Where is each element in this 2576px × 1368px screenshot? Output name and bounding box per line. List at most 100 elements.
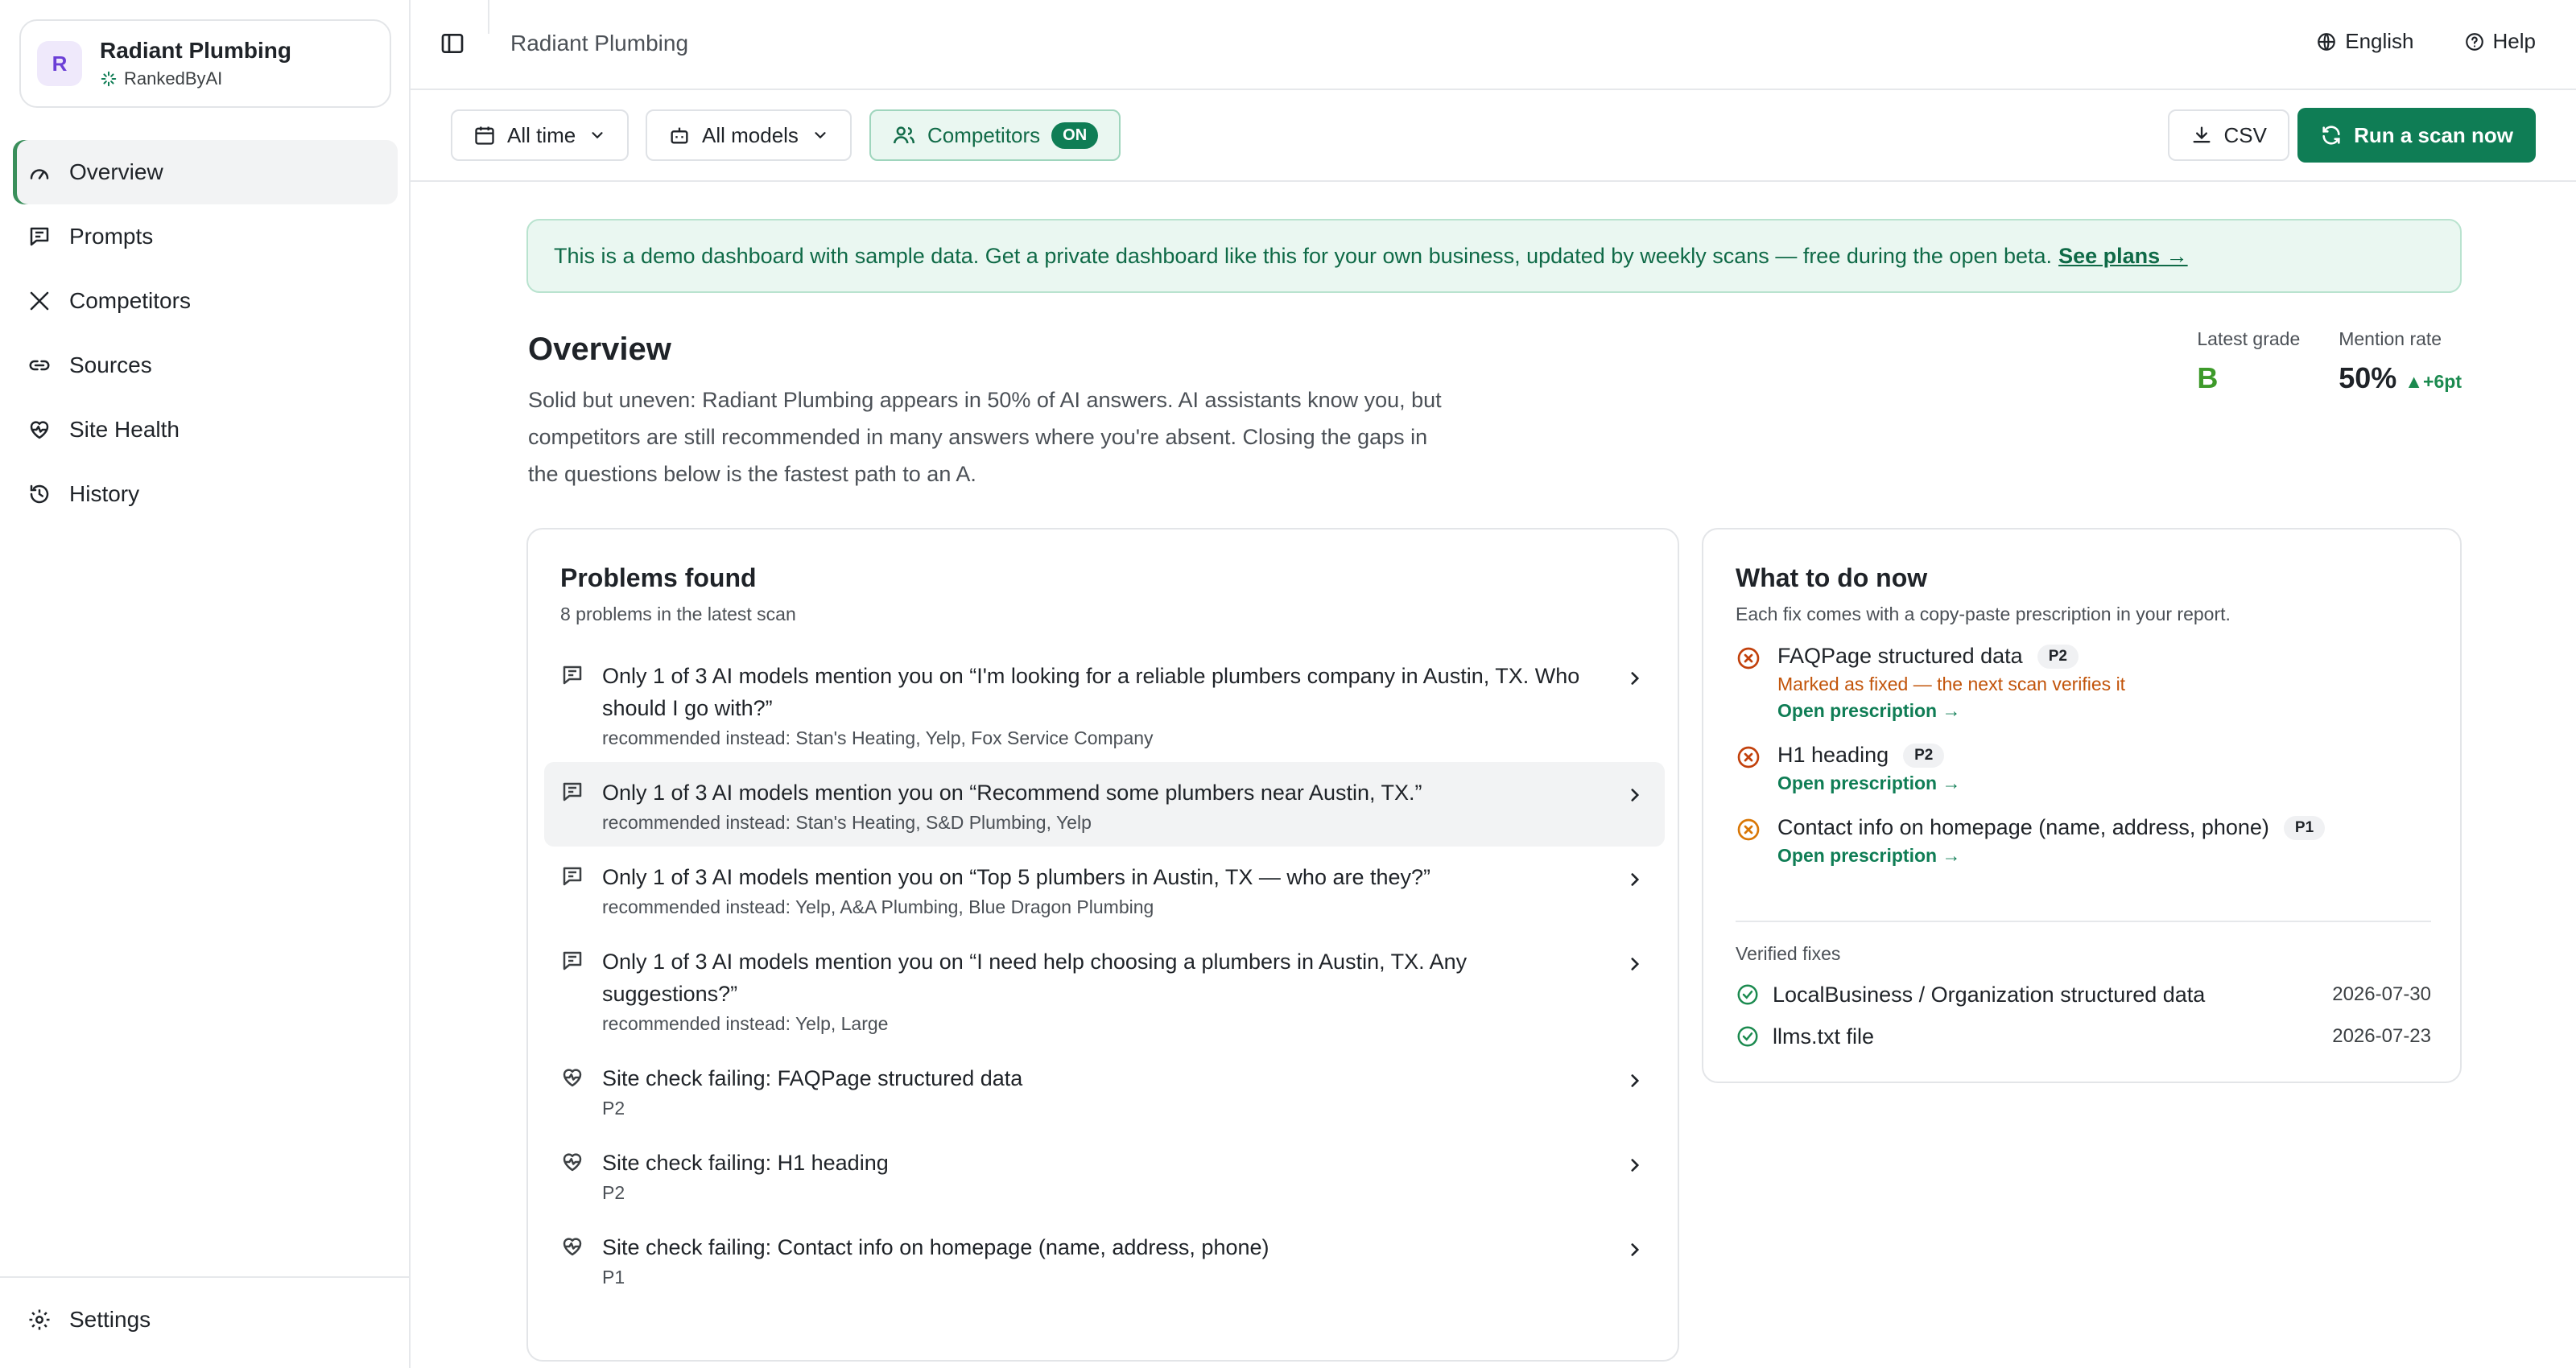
gear-icon (29, 1309, 50, 1330)
check-circle-icon (1737, 984, 1758, 1005)
problem-title: Site check failing: Contact info on home… (602, 1235, 1269, 1259)
chevron-right-icon (1631, 1159, 1640, 1172)
panel-left-icon (441, 34, 464, 53)
sidebar-item-history[interactable]: History (13, 462, 398, 526)
swords-icon (30, 291, 49, 311)
workspace-switcher[interactable]: R Radiant Plumbing RankedByAI (19, 19, 391, 108)
mention-rate-value: 50% (2339, 361, 2397, 394)
todo-title: What to do now (1736, 563, 1928, 592)
open-prescription-link[interactable]: Open prescription → (1777, 845, 2431, 867)
problem-detail: recommended instead: Yelp, Large (602, 1013, 889, 1034)
demo-banner-text: This is a demo dashboard with sample dat… (554, 243, 2053, 268)
problem-item[interactable]: Only 1 of 3 AI models mention you on “I … (544, 931, 1665, 1048)
time-range-dropdown[interactable]: All time (451, 109, 630, 161)
message-icon (563, 867, 582, 886)
problem-detail: P2 (602, 1098, 625, 1119)
todo-head: H1 heading P2 (1777, 743, 2431, 768)
csv-label: CSV (2223, 122, 2267, 147)
todo-item: H1 heading P2 Open prescription → (1736, 743, 2431, 794)
problem-title: Only 1 of 3 AI models mention you on “To… (602, 865, 1431, 889)
csv-export-button[interactable]: CSV (2167, 109, 2289, 161)
check-circle-icon (1737, 1026, 1758, 1047)
workspace-info: Radiant Plumbing RankedByAI (100, 38, 291, 89)
main-nav: Overview Prompts Competitors Sources Sit… (13, 140, 398, 526)
mention-rate-stat: Mention rate 50% ▲+6pt (2339, 328, 2462, 395)
problems-list: Only 1 of 3 AI models mention you on “I'… (544, 645, 1665, 1301)
calendar-icon (475, 126, 494, 145)
chevron-down-icon (592, 132, 603, 139)
competitors-label: Competitors (927, 122, 1041, 147)
mention-rate-label: Mention rate (2339, 328, 2442, 349)
problem-detail: P2 (602, 1182, 625, 1203)
problem-detail: recommended instead: Stan's Heating, S&D… (602, 812, 1092, 833)
sidebar-footer: Settings (0, 1276, 409, 1368)
problem-detail: recommended instead: Stan's Heating, Yel… (602, 727, 1154, 748)
priority-badge: P2 (2037, 644, 2079, 669)
todo-head: Contact info on homepage (name, address,… (1777, 815, 2431, 840)
download-icon (2193, 126, 2211, 143)
problem-item[interactable]: Only 1 of 3 AI models mention you on “I'… (544, 645, 1665, 762)
globe-icon (2318, 32, 2336, 51)
help-circle-icon (2465, 32, 2483, 51)
workspace-brand-label: RankedByAI (124, 68, 223, 89)
help-link[interactable]: Help (2464, 29, 2536, 54)
problem-item[interactable]: Only 1 of 3 AI models mention you on “Re… (544, 762, 1665, 847)
run-scan-button[interactable]: Run a scan now (2297, 108, 2536, 163)
filter-bar: All time All models Competitors ON CSV R… (411, 90, 2576, 182)
todo-item: FAQPage structured data P2 Marked as fix… (1736, 644, 2431, 722)
problem-item[interactable]: Site check failing: H1 heading P2 (544, 1132, 1665, 1217)
todo-name: Contact info on homepage (name, address,… (1777, 815, 2269, 839)
users-icon (893, 126, 915, 144)
problems-title: Problems found (560, 563, 757, 592)
problem-detail: P1 (602, 1267, 625, 1288)
problem-item[interactable]: Site check failing: Contact info on home… (544, 1217, 1665, 1301)
todo-card: What to do now Each fix comes with a cop… (1702, 528, 2462, 1083)
sidebar-item-label: Prompts (69, 224, 154, 249)
problem-item[interactable]: Site check failing: FAQPage structured d… (544, 1048, 1665, 1132)
language-selector[interactable]: English (2316, 29, 2414, 54)
problem-item[interactable]: Only 1 of 3 AI models mention you on “To… (544, 847, 1665, 931)
demo-banner: This is a demo dashboard with sample dat… (526, 219, 2462, 293)
todo-subtitle: Each fix comes with a copy-paste prescri… (1736, 604, 2231, 624)
message-icon (30, 227, 49, 246)
topbar: Radiant Plumbing English Help (411, 0, 2576, 90)
mention-rate-values: 50% ▲+6pt (2339, 361, 2462, 395)
link-icon (29, 360, 50, 371)
x-circle-icon (1737, 818, 1760, 841)
open-prescription-link[interactable]: Open prescription → (1777, 773, 2431, 794)
fixed-note: Marked as fixed — the next scan verifies… (1777, 674, 2126, 694)
priority-badge: P1 (2283, 815, 2326, 840)
models-label: All models (702, 122, 799, 147)
overview-title: Overview (528, 332, 671, 367)
verified-fix-name: llms.txt file (1773, 1024, 1875, 1049)
problems-card: Problems found 8 problems in the latest … (526, 528, 1679, 1362)
grade-label: Latest grade (2197, 328, 2301, 349)
workspace-name: Radiant Plumbing (100, 38, 291, 63)
todo-item: Contact info on homepage (name, address,… (1736, 815, 2431, 867)
verified-fix-name: LocalBusiness / Organization structured … (1773, 982, 2206, 1007)
language-label: English (2345, 29, 2414, 53)
sidebar-item-site-health[interactable]: Site Health (13, 398, 398, 462)
sidebar-item-settings[interactable]: Settings (27, 1307, 151, 1333)
chevron-right-icon (1631, 1243, 1640, 1256)
heart-pulse-icon (563, 1069, 582, 1087)
sidebar-item-competitors[interactable]: Competitors (13, 269, 398, 333)
sidebar-item-prompts[interactable]: Prompts (13, 204, 398, 269)
topbar-actions: English Help (2266, 29, 2536, 54)
see-plans-link[interactable]: See plans → (2058, 244, 2188, 269)
open-prescription-link[interactable]: Open prescription → (1777, 700, 2431, 722)
sidebar-item-sources[interactable]: Sources (13, 333, 398, 398)
workspace-brand: RankedByAI (100, 68, 291, 89)
grade-stat: Latest grade B (2197, 328, 2300, 395)
sidebar-item-label: Sources (69, 352, 152, 377)
todo-list: FAQPage structured data P2 Marked as fix… (1736, 644, 2431, 888)
problem-title: Only 1 of 3 AI models mention you on “I … (602, 950, 1468, 1006)
sidebar-toggle-button[interactable] (440, 31, 465, 60)
verified-fix-date: 2026-07-23 (2332, 1025, 2431, 1047)
competitors-toggle[interactable]: Competitors ON (869, 109, 1121, 161)
problems-subtitle: 8 problems in the latest scan (560, 604, 796, 624)
models-dropdown[interactable]: All models (646, 109, 852, 161)
sidebar-item-label: Competitors (69, 288, 191, 313)
refresh-icon (2322, 126, 2340, 145)
sidebar-item-overview[interactable]: Overview (13, 140, 398, 204)
